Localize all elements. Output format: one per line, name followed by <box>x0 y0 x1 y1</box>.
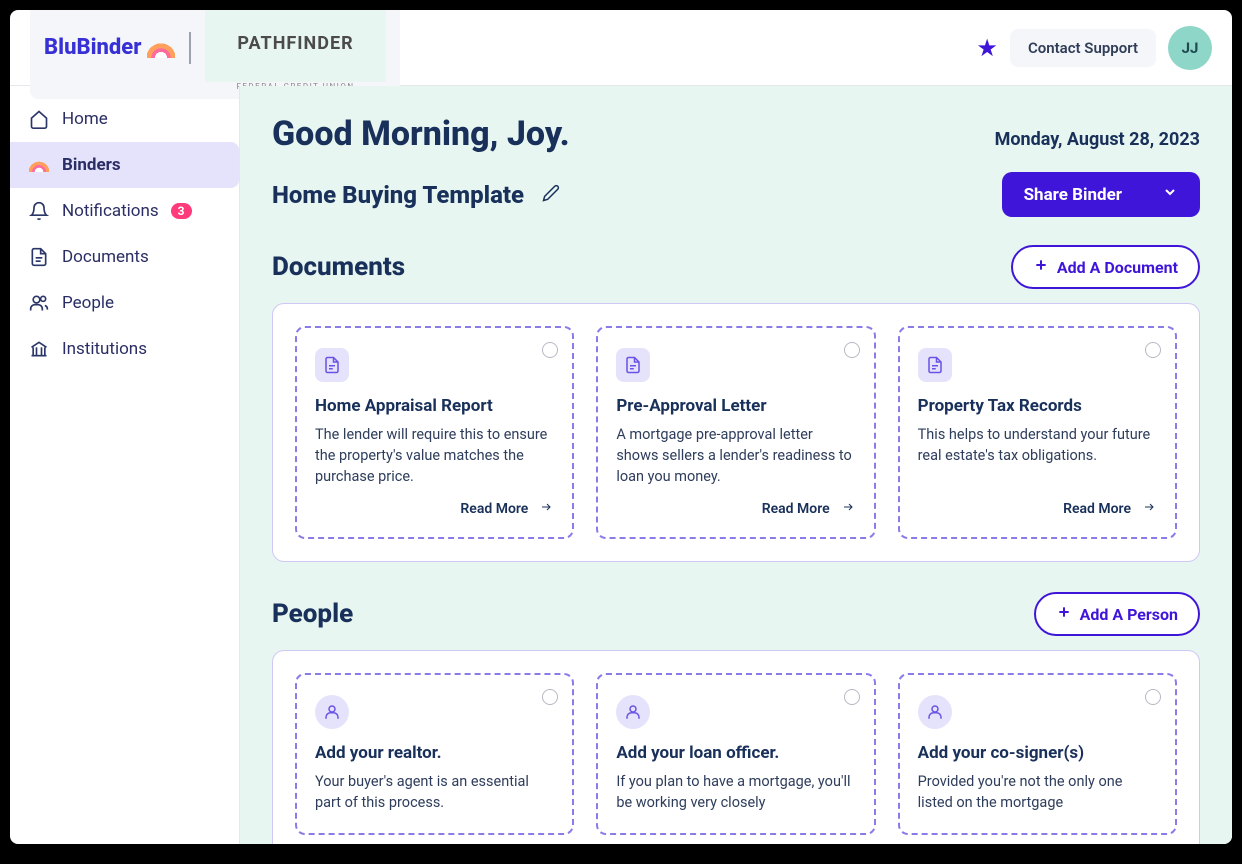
sidebar-item-institutions[interactable]: Institutions <box>10 326 239 372</box>
card-desc: The lender will require this to ensure t… <box>315 424 554 487</box>
logo-pathfinder: PATHFINDER FEDERAL CREDIT UNION <box>205 10 385 91</box>
current-date: Monday, August 28, 2023 <box>995 129 1200 150</box>
card-desc: If you plan to have a mortgage, you'll b… <box>616 771 855 813</box>
select-radio[interactable] <box>542 689 558 705</box>
share-label: Share Binder <box>1024 185 1122 205</box>
plus-icon <box>1056 604 1072 624</box>
card-title: Pre-Approval Letter <box>616 396 855 416</box>
binders-icon <box>28 154 50 176</box>
logo-primary-text: BluBinder <box>44 35 141 60</box>
document-icon <box>616 348 650 382</box>
sidebar-item-people[interactable]: People <box>10 280 239 326</box>
document-card[interactable]: Pre-Approval Letter A mortgage pre-appro… <box>596 326 875 539</box>
arrow-right-icon <box>840 501 856 517</box>
select-radio[interactable] <box>1145 342 1161 358</box>
people-icon <box>28 292 50 314</box>
logo-divider <box>189 32 191 64</box>
card-title: Property Tax Records <box>918 396 1157 416</box>
sidebar-item-label: Binders <box>62 155 121 175</box>
binder-title: Home Buying Template <box>272 181 524 209</box>
sidebar-item-label: Documents <box>62 247 149 267</box>
person-card[interactable]: Add your loan officer. If you plan to ha… <box>596 673 875 835</box>
card-title: Add your co-signer(s) <box>918 743 1157 763</box>
document-card[interactable]: Home Appraisal Report The lender will re… <box>295 326 574 539</box>
share-binder-button[interactable]: Share Binder <box>1002 172 1200 217</box>
add-person-label: Add A Person <box>1080 605 1178 624</box>
sidebar-item-documents[interactable]: Documents <box>10 234 239 280</box>
logo-blubinder: BluBinder <box>44 35 175 60</box>
star-icon[interactable]: ★ <box>976 34 998 62</box>
select-radio[interactable] <box>1145 689 1161 705</box>
sidebar-item-notifications[interactable]: Notifications 3 <box>10 188 239 234</box>
bell-icon <box>28 200 50 222</box>
add-person-button[interactable]: Add A Person <box>1034 592 1200 636</box>
select-radio[interactable] <box>844 689 860 705</box>
add-document-label: Add A Document <box>1057 258 1178 277</box>
card-title: Add your loan officer. <box>616 743 855 763</box>
edit-icon[interactable] <box>542 184 560 206</box>
greeting: Good Morning, Joy. <box>272 114 570 154</box>
sidebar: Home Binders Notifications 3 Documents <box>10 86 240 844</box>
person-card[interactable]: Add your realtor. Your buyer's agent is … <box>295 673 574 835</box>
person-icon <box>918 695 952 729</box>
arrow-right-icon <box>538 501 554 517</box>
notification-badge: 3 <box>171 203 192 219</box>
card-desc: Your buyer's agent is an essential part … <box>315 771 554 813</box>
plus-icon <box>1033 257 1049 277</box>
documents-section-title: Documents <box>272 252 405 282</box>
people-section: Add your realtor. Your buyer's agent is … <box>272 650 1200 844</box>
select-radio[interactable] <box>542 342 558 358</box>
read-more-link[interactable]: Read More <box>616 487 855 517</box>
select-radio[interactable] <box>844 342 860 358</box>
avatar[interactable]: JJ <box>1168 26 1212 70</box>
documents-section: Home Appraisal Report The lender will re… <box>272 303 1200 562</box>
read-more-link[interactable]: Read More <box>315 487 554 517</box>
people-section-title: People <box>272 599 353 629</box>
sidebar-item-home[interactable]: Home <box>10 96 239 142</box>
sidebar-item-binders[interactable]: Binders <box>10 142 239 188</box>
add-document-button[interactable]: Add A Document <box>1011 245 1200 289</box>
card-title: Home Appraisal Report <box>315 396 554 416</box>
document-icon <box>918 348 952 382</box>
rainbow-icon <box>147 38 175 58</box>
main-content: Good Morning, Joy. Monday, August 28, 20… <box>240 86 1232 844</box>
card-desc: This helps to understand your future rea… <box>918 424 1157 466</box>
topbar: BluBinder PATHFINDER FEDERAL CREDIT UNIO… <box>10 10 1232 86</box>
person-icon <box>616 695 650 729</box>
read-more-link[interactable]: Read More <box>918 487 1157 517</box>
document-icon <box>315 348 349 382</box>
chevron-down-icon <box>1162 184 1178 205</box>
sidebar-item-label: People <box>62 293 114 313</box>
institution-icon <box>28 338 50 360</box>
document-icon <box>28 246 50 268</box>
arrow-right-icon <box>1141 501 1157 517</box>
card-title: Add your realtor. <box>315 743 554 763</box>
sidebar-item-label: Institutions <box>62 339 147 359</box>
sidebar-item-label: Home <box>62 109 108 129</box>
person-icon <box>315 695 349 729</box>
contact-support-button[interactable]: Contact Support <box>1010 29 1156 67</box>
person-card[interactable]: Add your co-signer(s) Provided you're no… <box>898 673 1177 835</box>
card-desc: A mortgage pre-approval letter shows sel… <box>616 424 855 487</box>
partner-name: PATHFINDER <box>205 10 385 82</box>
home-icon <box>28 108 50 130</box>
document-card[interactable]: Property Tax Records This helps to under… <box>898 326 1177 539</box>
sidebar-item-label: Notifications <box>62 201 159 221</box>
card-desc: Provided you're not the only one listed … <box>918 771 1157 813</box>
